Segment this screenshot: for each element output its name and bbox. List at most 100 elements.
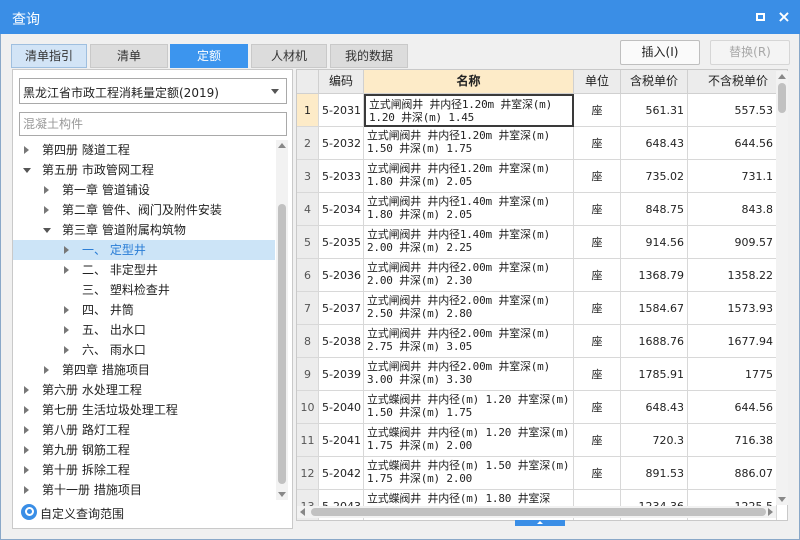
unit-cell[interactable]: 座: [574, 358, 621, 391]
replace-button[interactable]: 替换(R): [710, 40, 790, 65]
code-cell[interactable]: 5-2042: [319, 457, 364, 490]
tax-price-cell[interactable]: 720.3: [621, 424, 688, 457]
tax-price-cell[interactable]: 1368.79: [621, 259, 688, 292]
tab-list-guide[interactable]: 清单指引: [11, 44, 87, 68]
scroll-left-icon[interactable]: [300, 508, 305, 516]
notax-price-cell[interactable]: 1677.94: [688, 325, 777, 358]
tree-scrollbar[interactable]: [276, 140, 288, 500]
tree-node[interactable]: 三、 塑料检查井: [13, 280, 275, 300]
expand-closed-icon[interactable]: [22, 480, 32, 500]
tab-my-data[interactable]: 我的数据: [330, 44, 408, 68]
name-cell[interactable]: 立式蝶阀井 井内径(m) 1.50 井室深(m) 1.75 井深(m) 2.00: [364, 457, 574, 490]
table-row[interactable]: 2 5-2032 立式闸阀井 井内径1.20m 井室深(m) 1.50 井深(m) …: [297, 127, 787, 160]
collapse-handle[interactable]: [515, 520, 565, 526]
tree-node[interactable]: 第八册 路灯工程: [13, 420, 275, 440]
row-number-cell[interactable]: 1: [297, 94, 319, 127]
tree-node[interactable]: 第三章 管道附属构筑物: [13, 220, 275, 240]
notax-price-cell[interactable]: 557.53: [688, 94, 777, 127]
expand-closed-icon[interactable]: [22, 460, 32, 480]
code-cell[interactable]: 5-2032: [319, 127, 364, 160]
code-cell[interactable]: 5-2041: [319, 424, 364, 457]
expand-open-icon[interactable]: [42, 220, 52, 240]
scroll-thumb[interactable]: [311, 508, 766, 516]
tree-node[interactable]: 第七册 生活垃圾处理工程: [13, 400, 275, 420]
expand-closed-icon[interactable]: [22, 140, 32, 160]
code-cell[interactable]: 5-2039: [319, 358, 364, 391]
notax-price-cell[interactable]: 1775: [688, 358, 777, 391]
unit-cell[interactable]: 座: [574, 292, 621, 325]
tax-price-cell[interactable]: 1785.91: [621, 358, 688, 391]
scroll-up-icon[interactable]: [778, 74, 786, 79]
tree-node[interactable]: 第四册 隧道工程: [13, 140, 275, 160]
row-number-cell[interactable]: 5: [297, 226, 319, 259]
table-row[interactable]: 9 5-2039 立式闸阀井 井内径2.00m 井室深(m) 3.00 井深(m) …: [297, 358, 787, 391]
expand-closed-icon[interactable]: [22, 420, 32, 440]
header-code[interactable]: 编码: [319, 70, 364, 94]
name-cell[interactable]: 立式蝶阀井 井内径(m) 1.20 井室深(m) 1.75 井深(m) 2.00: [364, 424, 574, 457]
notax-price-cell[interactable]: 909.57: [688, 226, 777, 259]
code-cell[interactable]: 5-2033: [319, 160, 364, 193]
scroll-thumb[interactable]: [278, 204, 286, 484]
notax-price-cell[interactable]: 886.07: [688, 457, 777, 490]
unit-cell[interactable]: 座: [574, 127, 621, 160]
unit-cell[interactable]: 座: [574, 424, 621, 457]
quota-library-dropdown[interactable]: 黑龙江省市政工程消耗量定额(2019): [19, 78, 287, 104]
row-number-cell[interactable]: 12: [297, 457, 319, 490]
tree-node[interactable]: 一、 定型井: [13, 240, 275, 260]
header-tax-price[interactable]: 含税单价: [621, 70, 688, 94]
unit-cell[interactable]: 座: [574, 226, 621, 259]
notax-price-cell[interactable]: 1573.93: [688, 292, 777, 325]
row-number-cell[interactable]: 9: [297, 358, 319, 391]
notax-price-cell[interactable]: 644.56: [688, 127, 777, 160]
header-unit[interactable]: 单位: [574, 70, 621, 94]
tax-price-cell[interactable]: 891.53: [621, 457, 688, 490]
header-name[interactable]: 名称: [364, 70, 574, 94]
table-row[interactable]: 12 5-2042 立式蝶阀井 井内径(m) 1.50 井室深(m) 1.75 井深…: [297, 457, 787, 490]
table-vertical-scrollbar[interactable]: [776, 71, 788, 505]
table-row[interactable]: 8 5-2038 立式闸阀井 井内径2.00m 井室深(m) 2.75 井深(m) …: [297, 325, 787, 358]
tree-node[interactable]: 五、 出水口: [13, 320, 275, 340]
tree-node[interactable]: 四、 井筒: [13, 300, 275, 320]
code-cell[interactable]: 5-2038: [319, 325, 364, 358]
expand-closed-icon[interactable]: [42, 360, 52, 380]
row-number-cell[interactable]: 10: [297, 391, 319, 424]
name-cell[interactable]: 立式闸阀井 井内径2.00m 井室深(m) 3.00 井深(m) 3.30: [364, 358, 574, 391]
notax-price-cell[interactable]: 644.56: [688, 391, 777, 424]
table-row[interactable]: 11 5-2041 立式蝶阀井 井内径(m) 1.20 井室深(m) 1.75 井深…: [297, 424, 787, 457]
tree-node[interactable]: 第四章 措施项目: [13, 360, 275, 380]
expand-closed-icon[interactable]: [42, 200, 52, 220]
row-number-cell[interactable]: 3: [297, 160, 319, 193]
table-row[interactable]: 3 5-2033 立式闸阀井 井内径1.20m 井室深(m) 1.80 井深(m) …: [297, 160, 787, 193]
table-row[interactable]: 1 5-2031 立式闸阀井 井内径1.20m 井室深(m) 1.20 井深(m) …: [297, 94, 787, 127]
name-cell[interactable]: 立式闸阀井 井内径1.20m 井室深(m) 1.20 井深(m) 1.45: [364, 94, 574, 127]
unit-cell[interactable]: 座: [574, 94, 621, 127]
tree-node[interactable]: 二、 非定型井: [13, 260, 275, 280]
tree-node[interactable]: 第六册 水处理工程: [13, 380, 275, 400]
code-cell[interactable]: 5-2035: [319, 226, 364, 259]
code-cell[interactable]: 5-2036: [319, 259, 364, 292]
expand-closed-icon[interactable]: [22, 400, 32, 420]
header-notax-price[interactable]: 不含税单价: [688, 70, 787, 94]
row-number-cell[interactable]: 2: [297, 127, 319, 160]
name-cell[interactable]: 立式闸阀井 井内径2.00m 井室深(m) 2.75 井深(m) 3.05: [364, 325, 574, 358]
row-number-cell[interactable]: 4: [297, 193, 319, 226]
table-horizontal-scrollbar[interactable]: [297, 506, 776, 518]
code-cell[interactable]: 5-2040: [319, 391, 364, 424]
tree-node[interactable]: 第一章 管道铺设: [13, 180, 275, 200]
tree-node[interactable]: 第十一册 措施项目: [13, 480, 275, 500]
unit-cell[interactable]: 座: [574, 391, 621, 424]
expand-closed-icon[interactable]: [62, 260, 72, 280]
notax-price-cell[interactable]: 843.8: [688, 193, 777, 226]
name-cell[interactable]: 立式闸阀井 井内径1.20m 井室深(m) 1.80 井深(m) 2.05: [364, 160, 574, 193]
tax-price-cell[interactable]: 914.56: [621, 226, 688, 259]
tax-price-cell[interactable]: 1688.76: [621, 325, 688, 358]
tree-node[interactable]: 第九册 钢筋工程: [13, 440, 275, 460]
row-number-cell[interactable]: 6: [297, 259, 319, 292]
tab-quota[interactable]: 定额: [170, 44, 248, 68]
name-cell[interactable]: 立式闸阀井 井内径1.20m 井室深(m) 1.50 井深(m) 1.75: [364, 127, 574, 160]
tab-list[interactable]: 清单: [90, 44, 168, 68]
unit-cell[interactable]: 座: [574, 160, 621, 193]
tab-labor-material-machine[interactable]: 人材机: [251, 44, 327, 68]
row-number-cell[interactable]: 8: [297, 325, 319, 358]
unit-cell[interactable]: 座: [574, 193, 621, 226]
